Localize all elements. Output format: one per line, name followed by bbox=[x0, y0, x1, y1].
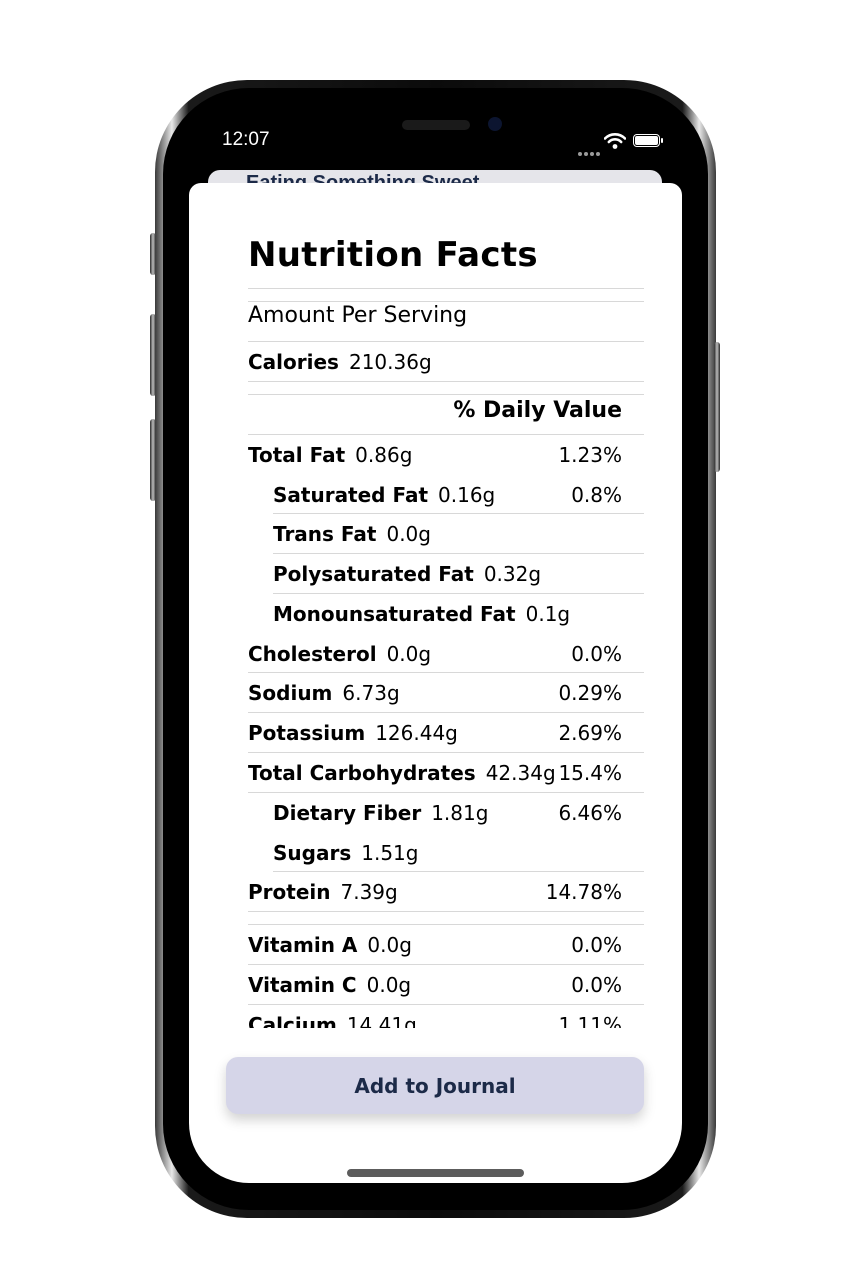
nutrient-percent: 15.4% bbox=[558, 761, 622, 785]
nutrient-percent: 0.8% bbox=[571, 483, 622, 507]
nutrient-label: Saturated Fat bbox=[273, 483, 429, 507]
nutrient-row: Potassium 126.44g 2.69% bbox=[248, 713, 622, 753]
nutrient-row: Monounsaturated Fat 0.1g bbox=[273, 594, 622, 634]
nutrient-label: Calcium bbox=[248, 1013, 337, 1028]
nutrient-percent: 0.29% bbox=[558, 681, 622, 705]
nutrient-label: Total Carbohydrates bbox=[248, 761, 476, 785]
calories-row: Calories 210.36g bbox=[248, 342, 644, 382]
nutrient-value: 0.1g bbox=[525, 602, 571, 626]
divider bbox=[248, 381, 644, 382]
nutrient-value: 1.51g bbox=[361, 841, 419, 865]
nutrient-value: 0.0g bbox=[366, 973, 412, 997]
nutrient-percent: 0.0% bbox=[571, 642, 622, 666]
nutrient-value: 7.39g bbox=[340, 880, 398, 904]
add-to-journal-button[interactable]: Add to Journal bbox=[226, 1057, 644, 1114]
nutrient-percent: 1.11% bbox=[558, 1013, 622, 1028]
calories-value: 210.36g bbox=[348, 350, 432, 374]
nutrient-value: 6.73g bbox=[342, 681, 400, 705]
nutrient-label: Potassium bbox=[248, 721, 366, 745]
volume-up-button bbox=[150, 314, 156, 396]
mute-switch bbox=[150, 233, 156, 275]
nutrient-row: Sugars 1.51g bbox=[273, 833, 622, 873]
divider bbox=[248, 288, 644, 289]
nutrition-title: Nutrition Facts bbox=[248, 235, 538, 275]
nutrient-row: Trans Fat 0.0g bbox=[273, 514, 622, 554]
power-button bbox=[714, 342, 720, 472]
nutrient-label: Trans Fat bbox=[273, 522, 377, 546]
nutrient-value: 0.32g bbox=[483, 562, 542, 586]
nutrient-value: 0.16g bbox=[438, 483, 496, 507]
nutrient-label: Polysaturated Fat bbox=[273, 562, 474, 586]
nutrient-value: 0.86g bbox=[355, 443, 413, 467]
nutrient-value: 0.0g bbox=[367, 933, 412, 957]
nutrient-row: Protein 7.39g 14.78% bbox=[248, 872, 622, 912]
nutrient-label: Cholesterol bbox=[248, 642, 377, 666]
nutrient-value: 0.0g bbox=[386, 522, 431, 546]
nutrient-row: Calcium 14.41g 1.11% bbox=[248, 1005, 622, 1028]
front-camera bbox=[488, 117, 502, 131]
speaker-grille bbox=[402, 120, 470, 130]
divider bbox=[248, 911, 644, 912]
nutrient-percent: 14.78% bbox=[545, 880, 622, 904]
nutrient-row: Dietary Fiber 1.81g 6.46% bbox=[273, 793, 622, 833]
nutrient-label: Dietary Fiber bbox=[273, 801, 422, 825]
nutrient-row: Total Fat 0.86g 1.23% bbox=[248, 435, 622, 475]
nutrient-percent: 2.69% bbox=[558, 721, 622, 745]
nutrient-label: Sugars bbox=[273, 841, 352, 865]
nutrient-row: Total Carbohydrates 42.34g 15.4% bbox=[248, 753, 622, 793]
divider bbox=[248, 301, 644, 302]
nutrient-label: Monounsaturated Fat bbox=[273, 602, 516, 626]
nutrient-value: 126.44g bbox=[375, 721, 458, 745]
nutrient-label: Sodium bbox=[248, 681, 333, 705]
status-time: 12:07 bbox=[222, 129, 270, 150]
battery-icon bbox=[633, 134, 663, 147]
nutrient-row: Polysaturated Fat 0.32g bbox=[273, 554, 622, 594]
nutrient-row: Vitamin A 0.0g 0.0% bbox=[248, 925, 622, 965]
volume-down-button bbox=[150, 419, 156, 501]
nutrient-label: Protein bbox=[248, 880, 331, 904]
nutrient-row: Cholesterol 0.0g 0.0% bbox=[248, 634, 622, 674]
nutrient-row: Vitamin C 0.0g 0.0% bbox=[248, 965, 622, 1005]
nutrition-scroll-area[interactable]: Nutrition Facts Amount Per Serving Calor… bbox=[248, 183, 644, 1028]
home-indicator[interactable] bbox=[347, 1169, 524, 1177]
calories-label: Calories bbox=[248, 350, 339, 374]
nutrient-value: 14.41g bbox=[346, 1013, 417, 1028]
nutrient-label: Total Fat bbox=[248, 443, 346, 467]
signal-icon bbox=[578, 141, 602, 156]
nutrient-value: 42.34g bbox=[485, 761, 556, 785]
amount-per-serving: Amount Per Serving bbox=[248, 303, 468, 328]
nutrition-modal[interactable]: Nutrition Facts Amount Per Serving Calor… bbox=[189, 183, 682, 1183]
divider bbox=[248, 394, 644, 395]
nutrient-percent: 6.46% bbox=[558, 801, 622, 825]
wifi-icon bbox=[604, 133, 626, 149]
daily-value-header: % Daily Value bbox=[453, 398, 622, 423]
nutrient-percent: 0.0% bbox=[571, 933, 622, 957]
nutrient-label: Vitamin A bbox=[248, 933, 358, 957]
nutrient-value: 0.0g bbox=[386, 642, 432, 666]
nutrient-row: Saturated Fat 0.16g 0.8% bbox=[273, 475, 622, 515]
nutrient-percent: 0.0% bbox=[571, 973, 622, 997]
nutrient-percent: 1.23% bbox=[558, 443, 622, 467]
nutrient-value: 1.81g bbox=[431, 801, 489, 825]
nutrient-row: Sodium 6.73g 0.29% bbox=[248, 673, 622, 713]
nutrient-label: Vitamin C bbox=[248, 973, 357, 997]
